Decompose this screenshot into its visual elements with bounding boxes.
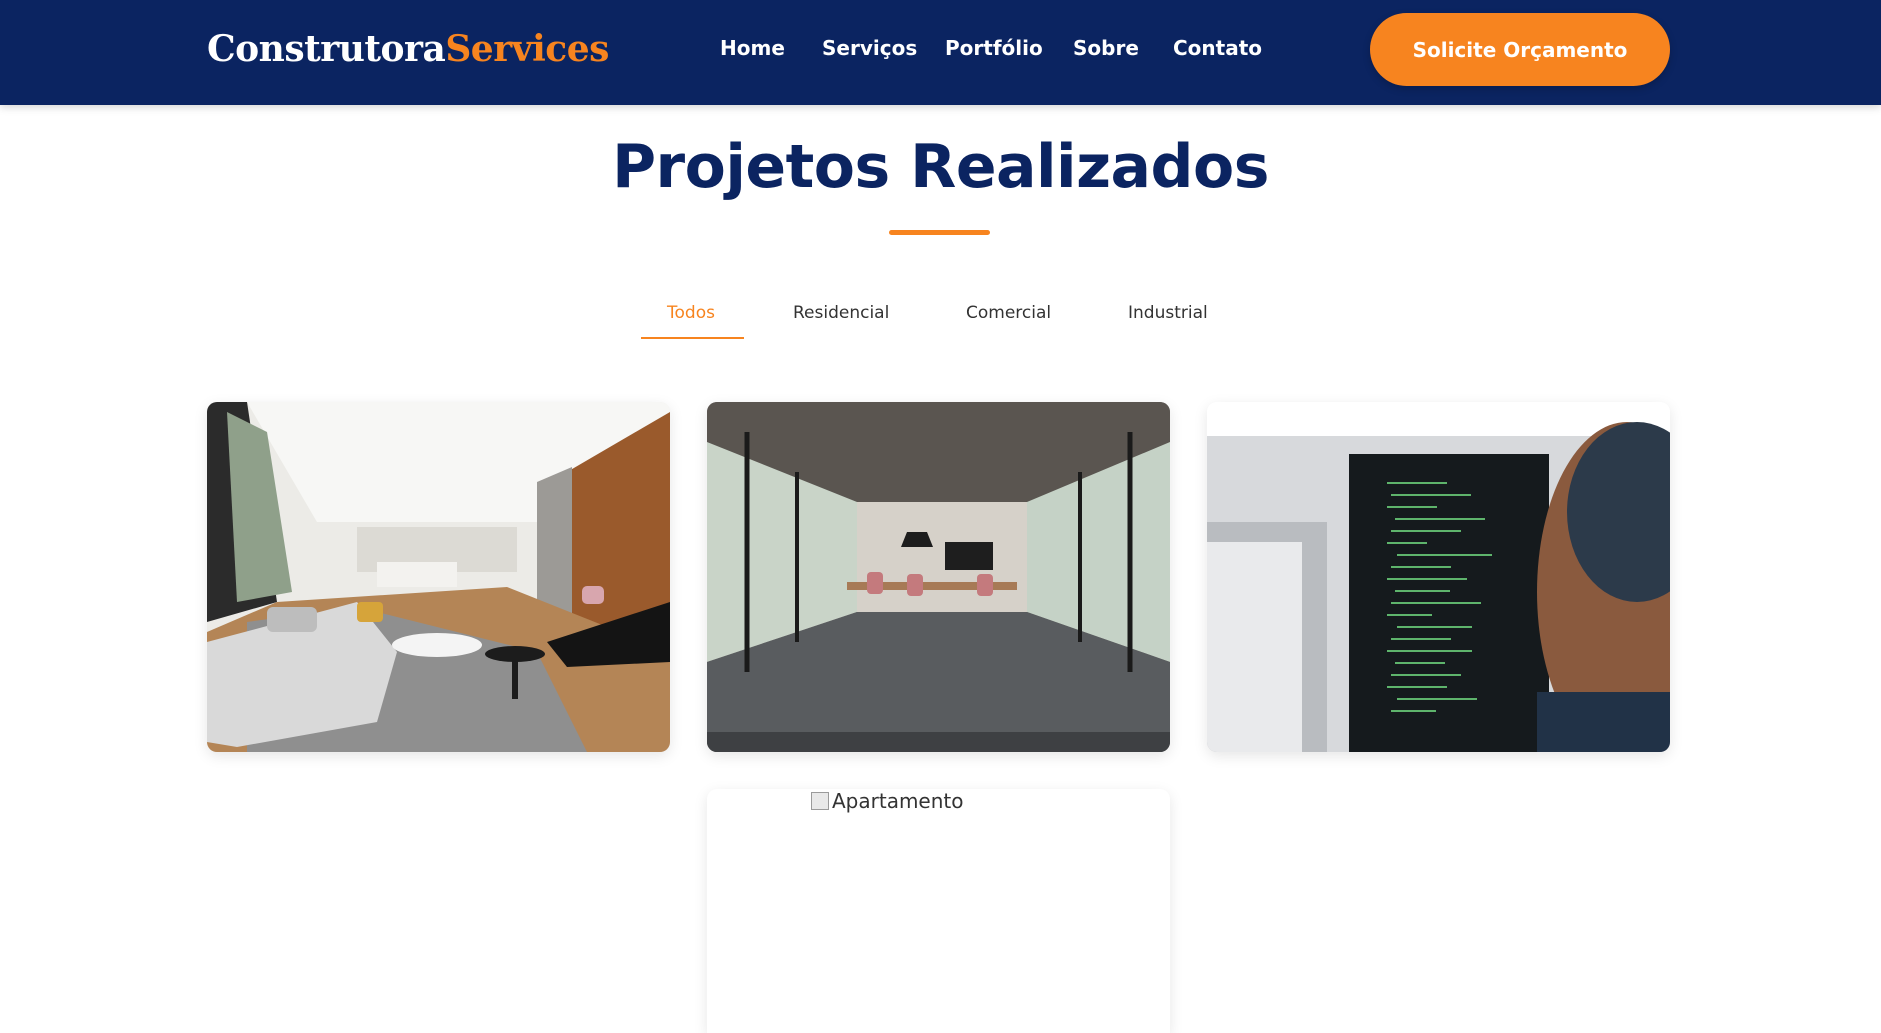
image-alt-text: Apartamento — [832, 789, 964, 813]
request-quote-button[interactable]: Solicite Orçamento — [1370, 13, 1670, 86]
section-title: Projetos Realizados — [612, 132, 1269, 202]
portfolio-filters: Todos Residencial Comercial Industrial — [0, 303, 1881, 343]
site-header: ConstrutoraServices Home Serviços Portfó… — [0, 0, 1881, 105]
filter-residencial[interactable]: Residencial — [793, 303, 889, 323]
code-monitor-photo — [1207, 402, 1670, 752]
broken-image: Apartamento — [811, 789, 964, 813]
logo-text-accent: Services — [445, 28, 609, 70]
living-room-photo — [207, 402, 670, 752]
project-card-office[interactable] — [707, 402, 1170, 752]
filter-todos[interactable]: Todos — [667, 303, 715, 323]
nav-servicos[interactable]: Serviços — [822, 36, 917, 60]
logo-text-main: Construtora — [207, 28, 446, 70]
active-filter-indicator — [641, 337, 744, 339]
broken-image-icon — [811, 792, 829, 810]
nav-home[interactable]: Home — [720, 36, 785, 60]
project-card-living-room[interactable] — [207, 402, 670, 752]
project-card-apartamento[interactable]: Apartamento — [707, 789, 1170, 1033]
project-card-tech[interactable] — [1207, 402, 1670, 752]
office-meeting-room-photo — [707, 402, 1170, 752]
nav-contato[interactable]: Contato — [1173, 36, 1262, 60]
filter-comercial[interactable]: Comercial — [966, 303, 1051, 323]
title-underline — [889, 230, 990, 235]
logo[interactable]: ConstrutoraServices — [207, 28, 609, 70]
filter-industrial[interactable]: Industrial — [1128, 303, 1208, 323]
nav-sobre[interactable]: Sobre — [1073, 36, 1139, 60]
nav-portfolio[interactable]: Portfólio — [945, 36, 1043, 60]
